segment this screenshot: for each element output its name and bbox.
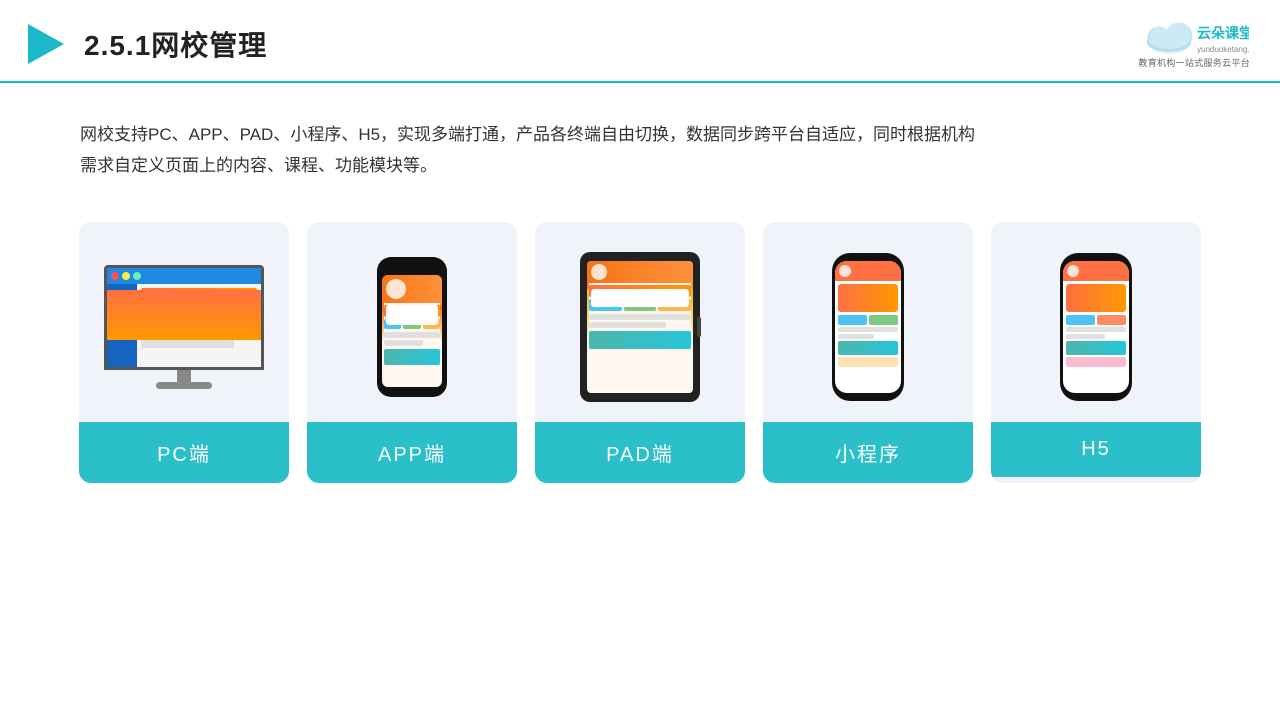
pad-image-area bbox=[535, 222, 745, 422]
miniprogram-label: 小程序 bbox=[763, 422, 973, 483]
pad-label: PAD端 bbox=[535, 422, 745, 483]
svg-text:yunduoketang.com: yunduoketang.com bbox=[1197, 45, 1249, 54]
logo-area: 云朵课堂 yunduoketang.com 教育机构一站式服务云平台 bbox=[1138, 18, 1250, 69]
page-title: 2.5.1网校管理 bbox=[84, 24, 267, 64]
miniprogram-image-area bbox=[763, 222, 973, 422]
app-image-area bbox=[307, 222, 517, 422]
h5-image-area bbox=[991, 222, 1201, 422]
h5-label: H5 bbox=[991, 422, 1201, 477]
cards-row: PC端 bbox=[0, 182, 1280, 483]
pc-label: PC端 bbox=[79, 422, 289, 483]
card-miniprogram: 小程序 bbox=[763, 222, 973, 483]
play-icon bbox=[20, 20, 68, 68]
pc-image-area bbox=[79, 222, 289, 422]
description-area: 网校支持PC、APP、PAD、小程序、H5，实现多端打通，产品各终端自由切换，数… bbox=[0, 83, 1280, 182]
header: 2.5.1网校管理 云朵课堂 yunduoketang.com 教育机构一站式服… bbox=[0, 0, 1280, 83]
card-pad: PAD端 bbox=[535, 222, 745, 483]
card-pc: PC端 bbox=[79, 222, 289, 483]
logo-tagline: 教育机构一站式服务云平台 bbox=[1138, 56, 1250, 69]
h5-mockup bbox=[1060, 253, 1132, 401]
page-title-text: 2.5.1网校管理 bbox=[84, 30, 267, 61]
app-label: APP端 bbox=[307, 422, 517, 483]
logo-icon: 云朵课堂 yunduoketang.com bbox=[1139, 18, 1249, 56]
pad-mockup bbox=[580, 252, 700, 402]
svg-text:云朵课堂: 云朵课堂 bbox=[1197, 25, 1249, 41]
desc-line1: 网校支持PC、APP、PAD、小程序、H5，实现多端打通，产品各终端自由切换，数… bbox=[80, 119, 1200, 150]
pc-mockup bbox=[104, 265, 264, 389]
card-app: APP端 bbox=[307, 222, 517, 483]
miniprogram-mockup bbox=[832, 253, 904, 401]
header-left: 2.5.1网校管理 bbox=[20, 20, 267, 68]
app-mockup bbox=[377, 257, 447, 397]
desc-line2: 需求自定义页面上的内容、课程、功能模块等。 bbox=[80, 150, 1200, 181]
card-h5: H5 bbox=[991, 222, 1201, 483]
